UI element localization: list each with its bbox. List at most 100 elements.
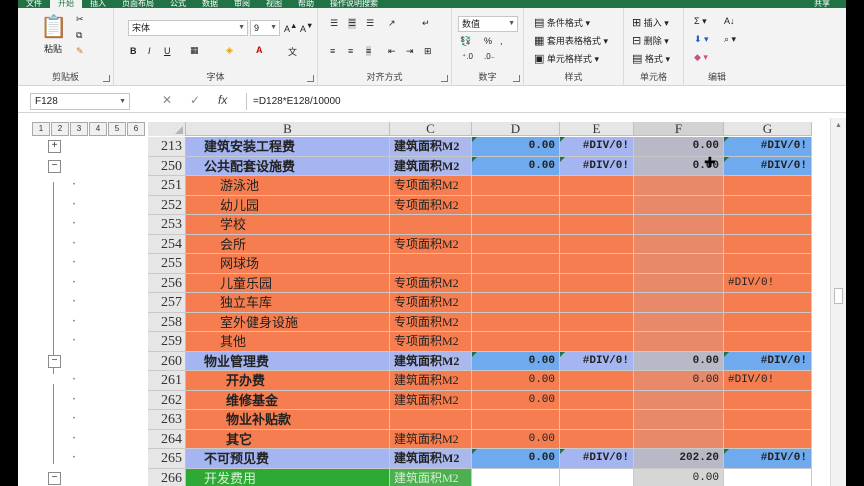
row-header[interactable]: 255 xyxy=(148,254,186,274)
format-cells-button[interactable]: ▤ 格式 ▾ xyxy=(632,52,670,65)
delete-cells-button[interactable]: ⊟ 删除 ▾ xyxy=(632,34,669,47)
wrap-text-icon[interactable]: ↵ xyxy=(422,18,430,29)
ribbon-tab[interactable]: 文件 xyxy=(18,0,50,8)
cell-C262[interactable]: 建筑面积M2 xyxy=(390,390,472,410)
cell-B254[interactable]: 会所 xyxy=(186,234,390,254)
cell-C259[interactable]: 专项面积M2 xyxy=(390,332,472,352)
ribbon-tab[interactable]: 操作说明搜索 xyxy=(322,0,386,8)
cell-C255[interactable] xyxy=(390,254,472,274)
outline-level-button[interactable]: 5 xyxy=(108,122,126,136)
row-header[interactable]: 259 xyxy=(148,332,186,352)
cell-F253[interactable] xyxy=(634,215,724,235)
cancel-icon[interactable]: ✕ xyxy=(162,93,172,107)
cell-F256[interactable] xyxy=(634,273,724,293)
cell-E253[interactable] xyxy=(560,215,634,235)
sort-filter-icon[interactable]: A↓ xyxy=(724,16,735,26)
cell-F266[interactable]: 0.00 xyxy=(634,468,724,486)
cell-B255[interactable]: 网球场 xyxy=(186,254,390,274)
cut-icon[interactable]: ✂ xyxy=(76,14,84,25)
row-header[interactable]: 258 xyxy=(148,312,186,332)
row-header[interactable]: 250 xyxy=(148,156,186,176)
cell-F262[interactable] xyxy=(634,390,724,410)
insert-function-icon[interactable]: fx xyxy=(218,93,227,107)
share-button[interactable]: 共享 xyxy=(806,0,838,8)
cell-D261[interactable]: 0.00 xyxy=(472,371,560,391)
cell-C261[interactable]: 建筑面积M2 xyxy=(390,371,472,391)
cell-C250[interactable]: 建筑面积M2 xyxy=(390,156,472,176)
clipboard-launcher-icon[interactable] xyxy=(103,75,110,82)
border-icon[interactable]: ▦ xyxy=(190,45,199,56)
cell-B260[interactable]: 物业管理费 xyxy=(186,351,390,371)
cell-E263[interactable] xyxy=(560,410,634,430)
ribbon-tab[interactable]: 视图 xyxy=(258,0,290,8)
cell-B213[interactable]: 建筑安装工程费 xyxy=(186,137,390,157)
cell-G253[interactable] xyxy=(724,215,812,235)
cell-F252[interactable] xyxy=(634,195,724,215)
cell-F255[interactable] xyxy=(634,254,724,274)
cell-C258[interactable]: 专项面积M2 xyxy=(390,312,472,332)
cell-E258[interactable] xyxy=(560,312,634,332)
ribbon-tab[interactable]: 帮助 xyxy=(290,0,322,8)
cell-G258[interactable] xyxy=(724,312,812,332)
cell-E261[interactable] xyxy=(560,371,634,391)
font-color-icon[interactable]: A xyxy=(256,45,263,55)
percent-icon[interactable]: % xyxy=(484,36,492,46)
row-header[interactable]: 254 xyxy=(148,234,186,254)
collapse-icon[interactable]: − xyxy=(48,354,61,368)
cell-G252[interactable] xyxy=(724,195,812,215)
expand-icon[interactable]: + xyxy=(48,140,61,153)
cell-G213[interactable]: #DIV/0! xyxy=(724,137,812,157)
cell-C256[interactable]: 专项面积M2 xyxy=(390,273,472,293)
format-painter-icon[interactable]: ✎ xyxy=(76,46,84,57)
row-header[interactable]: 213 xyxy=(148,137,186,157)
decrease-decimal-icon[interactable]: .0₋ xyxy=(484,52,495,61)
copy-icon[interactable]: ⧉ xyxy=(76,30,82,41)
cell-G265[interactable]: #DIV/0! xyxy=(724,449,812,469)
cell-G254[interactable] xyxy=(724,234,812,254)
row-header[interactable]: 256 xyxy=(148,273,186,293)
phonetic-icon[interactable]: 文 xyxy=(288,45,297,58)
underline-button[interactable]: U xyxy=(164,46,171,56)
ribbon-tab[interactable]: 页面布局 xyxy=(114,0,162,8)
cell-G256[interactable]: #DIV/0! xyxy=(724,273,812,293)
cell-B256[interactable]: 儿童乐园 xyxy=(186,273,390,293)
outline-level-button[interactable]: 4 xyxy=(89,122,107,136)
row-header[interactable]: 257 xyxy=(148,293,186,313)
name-box[interactable]: F128 ▼ xyxy=(30,93,130,110)
cell-F264[interactable] xyxy=(634,429,724,449)
column-header[interactable]: F xyxy=(634,122,724,136)
cell-B264[interactable]: 其它 xyxy=(186,429,390,449)
cell-D257[interactable] xyxy=(472,293,560,313)
cell-C252[interactable]: 专项面积M2 xyxy=(390,195,472,215)
column-header[interactable]: B xyxy=(186,122,390,136)
cell-G260[interactable]: #DIV/0! xyxy=(724,351,812,371)
increase-indent-icon[interactable]: ⇥ xyxy=(406,46,414,57)
row-header[interactable]: 262 xyxy=(148,390,186,410)
conditional-format-button[interactable]: ▤ 条件格式 ▾ xyxy=(534,16,590,29)
cell-E260[interactable]: #DIV/0! xyxy=(560,351,634,371)
font-launcher-icon[interactable] xyxy=(307,75,314,82)
collapse-icon[interactable]: − xyxy=(48,471,61,485)
cell-F254[interactable] xyxy=(634,234,724,254)
cell-B251[interactable]: 游泳池 xyxy=(186,176,390,196)
paste-button[interactable]: 粘贴 xyxy=(44,42,62,55)
align-bottom-icon[interactable]: ☰ xyxy=(366,18,374,29)
cell-E262[interactable] xyxy=(560,390,634,410)
cell-G264[interactable] xyxy=(724,429,812,449)
cell-E259[interactable] xyxy=(560,332,634,352)
cell-G263[interactable] xyxy=(724,410,812,430)
cell-B250[interactable]: 公共配套设施费 xyxy=(186,156,390,176)
cell-B262[interactable]: 维修基金 xyxy=(186,390,390,410)
fill-color-icon[interactable]: ◈ xyxy=(226,45,233,56)
cell-B263[interactable]: 物业补贴款 xyxy=(186,410,390,430)
comma-icon[interactable]: , xyxy=(500,36,503,46)
font-name-select[interactable]: 宋体 ▼ xyxy=(128,20,248,36)
cell-C257[interactable]: 专项面积M2 xyxy=(390,293,472,313)
cell-E266[interactable] xyxy=(560,468,634,486)
worksheet-grid[interactable]: 123456 BCDEFG + − • • • • • • • • • − • • • • • − 213 建筑安装… xyxy=(18,118,846,486)
row-header[interactable]: 251 xyxy=(148,176,186,196)
cell-B261[interactable]: 开办费 xyxy=(186,371,390,391)
merge-icon[interactable]: ⊞ xyxy=(424,46,432,57)
cell-D213[interactable]: 0.00 xyxy=(472,137,560,157)
cell-D255[interactable] xyxy=(472,254,560,274)
